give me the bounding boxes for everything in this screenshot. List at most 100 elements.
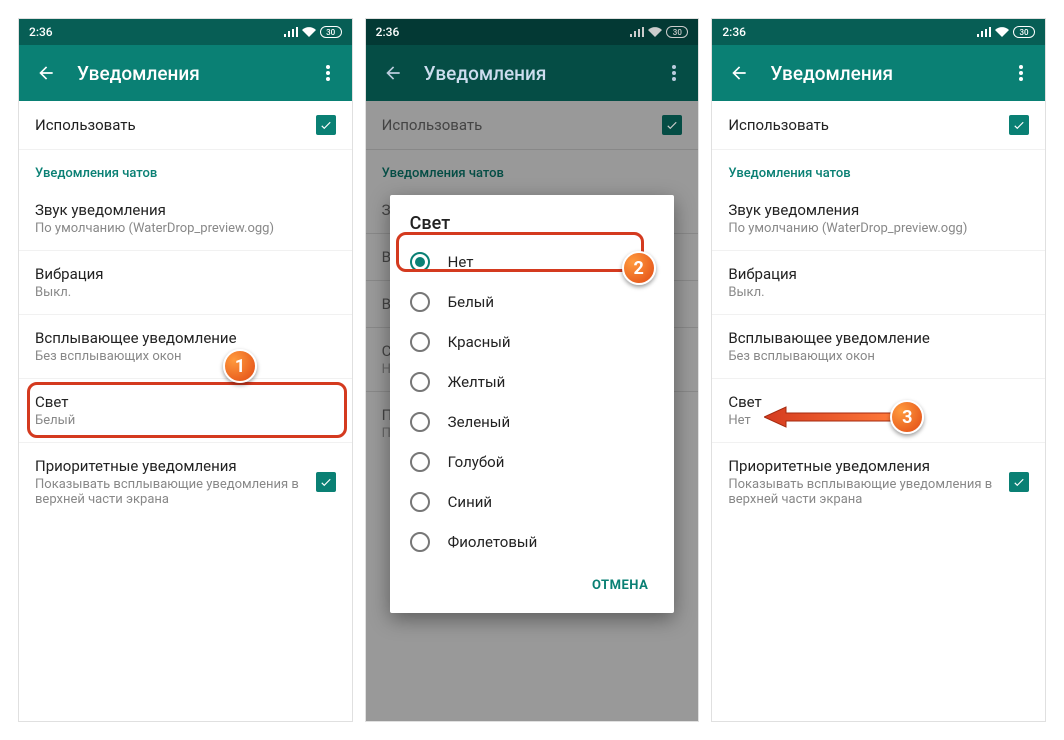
wifi-icon bbox=[995, 27, 1009, 37]
row-use-notifications: Использовать bbox=[366, 101, 699, 150]
radio-icon[interactable] bbox=[410, 332, 430, 352]
status-right: 30 bbox=[284, 26, 342, 38]
row-priority[interactable]: Приоритетные уведомления Показывать вспл… bbox=[712, 443, 1045, 521]
battery-icon: 30 bbox=[666, 26, 688, 38]
appbar-title: Уведомления bbox=[408, 62, 657, 85]
phone-screen-3: 2:36 30 Уведомления Использовать Уведомл… bbox=[711, 18, 1046, 722]
row-subtitle: Без всплывающих окон bbox=[728, 349, 1029, 364]
section-header-chats: Уведомления чатов bbox=[366, 150, 699, 187]
radio-option[interactable]: Белый bbox=[390, 282, 675, 322]
row-title: Всплывающее уведомление bbox=[35, 329, 336, 347]
row-popup[interactable]: Всплывающее уведомление Без всплывающих … bbox=[19, 315, 352, 379]
signal-icon bbox=[284, 27, 298, 37]
dialog-actions: ОТМЕНА bbox=[390, 562, 675, 605]
row-title: Использовать bbox=[35, 116, 308, 134]
radio-icon[interactable] bbox=[410, 492, 430, 512]
row-title: Звук уведомления bbox=[35, 201, 336, 219]
radio-option[interactable]: Голубой bbox=[390, 442, 675, 482]
radio-label: Зеленый bbox=[448, 413, 510, 431]
back-icon[interactable] bbox=[724, 63, 754, 83]
status-bar: 2:36 30 bbox=[19, 19, 352, 45]
back-icon[interactable] bbox=[378, 63, 408, 83]
radio-icon[interactable] bbox=[410, 412, 430, 432]
radio-label: Белый bbox=[448, 293, 494, 311]
status-time: 2:36 bbox=[722, 25, 746, 39]
radio-option[interactable]: Синий bbox=[390, 482, 675, 522]
row-title: Свет bbox=[35, 393, 336, 411]
battery-icon: 30 bbox=[320, 26, 342, 38]
appbar-title: Уведомления bbox=[61, 62, 310, 85]
row-title: Приоритетные уведомления bbox=[728, 457, 1001, 475]
row-vibration[interactable]: Вибрация Выкл. bbox=[19, 251, 352, 315]
light-dialog: Свет Нет Белый Красный Желтый Зеленый Голубой… bbox=[390, 195, 675, 613]
status-time: 2:36 bbox=[376, 25, 400, 39]
row-title: Вибрация bbox=[35, 265, 336, 283]
row-priority[interactable]: Приоритетные уведомления Показывать вспл… bbox=[19, 443, 352, 521]
row-sound[interactable]: Звук уведомления По умолчанию (WaterDrop… bbox=[19, 187, 352, 251]
app-bar: Уведомления bbox=[712, 45, 1045, 101]
signal-icon bbox=[630, 27, 644, 37]
overflow-menu-icon[interactable] bbox=[1003, 65, 1039, 81]
row-use-notifications[interactable]: Использовать bbox=[712, 101, 1045, 150]
status-right: 30 bbox=[977, 26, 1035, 38]
radio-option[interactable]: Зеленый bbox=[390, 402, 675, 442]
row-title: Всплывающее уведомление bbox=[728, 329, 1029, 347]
row-use-notifications[interactable]: Использовать bbox=[19, 101, 352, 150]
radio-label: Синий bbox=[448, 493, 492, 511]
radio-label: Нет bbox=[448, 253, 474, 271]
row-subtitle: Без всплывающих окон bbox=[35, 349, 336, 364]
radio-option[interactable]: Фиолетовый bbox=[390, 522, 675, 562]
row-subtitle: Выкл. bbox=[728, 285, 1029, 300]
row-popup[interactable]: Всплывающее уведомление Без всплывающих … bbox=[712, 315, 1045, 379]
section-header-chats: Уведомления чатов bbox=[19, 150, 352, 187]
status-bar: 2:36 30 bbox=[712, 19, 1045, 45]
app-bar: Уведомления bbox=[366, 45, 699, 101]
checkbox-checked-icon[interactable] bbox=[316, 115, 336, 135]
row-subtitle: Выкл. bbox=[35, 285, 336, 300]
radio-icon[interactable] bbox=[410, 452, 430, 472]
checkbox-checked-icon[interactable] bbox=[1009, 472, 1029, 492]
settings-content: Использовать Уведомления чатов Звук увед… bbox=[712, 101, 1045, 721]
status-time: 2:36 bbox=[29, 25, 53, 39]
overflow-menu-icon[interactable] bbox=[656, 65, 692, 81]
row-vibration[interactable]: Вибрация Выкл. bbox=[712, 251, 1045, 315]
checkbox-checked-icon bbox=[662, 115, 682, 135]
row-title: Приоритетные уведомления bbox=[35, 457, 308, 475]
back-icon[interactable] bbox=[31, 63, 61, 83]
radio-icon[interactable] bbox=[410, 372, 430, 392]
radio-label: Красный bbox=[448, 333, 511, 351]
dialog-cancel-button[interactable]: ОТМЕНА bbox=[582, 570, 658, 601]
settings-content: Использовать Уведомления чатов Звук увед… bbox=[19, 101, 352, 721]
row-sound[interactable]: Звук уведомления По умолчанию (WaterDrop… bbox=[712, 187, 1045, 251]
dialog-title: Свет bbox=[390, 213, 675, 242]
section-header-chats: Уведомления чатов bbox=[712, 150, 1045, 187]
row-subtitle: По умолчанию (WaterDrop_preview.ogg) bbox=[35, 221, 336, 236]
row-title: Вибрация bbox=[728, 265, 1029, 283]
radio-label: Желтый bbox=[448, 373, 506, 391]
overflow-menu-icon[interactable] bbox=[310, 65, 346, 81]
radio-icon[interactable] bbox=[410, 252, 430, 272]
radio-label: Фиолетовый bbox=[448, 533, 538, 551]
radio-option[interactable]: Красный bbox=[390, 322, 675, 362]
radio-option[interactable]: Желтый bbox=[390, 362, 675, 402]
row-title: Свет bbox=[728, 393, 1029, 411]
radio-option[interactable]: Нет bbox=[390, 242, 675, 282]
radio-label: Голубой bbox=[448, 453, 505, 471]
checkbox-checked-icon[interactable] bbox=[1009, 115, 1029, 135]
phone-screen-1: 2:36 30 Уведомления Использовать Уведомл… bbox=[18, 18, 353, 722]
battery-icon: 30 bbox=[1013, 26, 1035, 38]
phone-screen-2: 2:36 30 Уведомления Использовать Уведомл… bbox=[365, 18, 700, 722]
checkbox-checked-icon[interactable] bbox=[316, 472, 336, 492]
row-subtitle: Белый bbox=[35, 413, 336, 428]
radio-icon[interactable] bbox=[410, 292, 430, 312]
row-subtitle: Показывать всплывающие уведомления в вер… bbox=[35, 477, 308, 507]
appbar-title: Уведомления bbox=[754, 62, 1003, 85]
row-light[interactable]: Свет Нет bbox=[712, 379, 1045, 443]
row-subtitle: Показывать всплывающие уведомления в вер… bbox=[728, 477, 1001, 507]
row-subtitle: Нет bbox=[728, 413, 1029, 428]
wifi-icon bbox=[302, 27, 316, 37]
row-light[interactable]: Свет Белый bbox=[19, 379, 352, 443]
radio-icon[interactable] bbox=[410, 532, 430, 552]
status-right: 30 bbox=[630, 26, 688, 38]
row-title: Использовать bbox=[728, 116, 1001, 134]
